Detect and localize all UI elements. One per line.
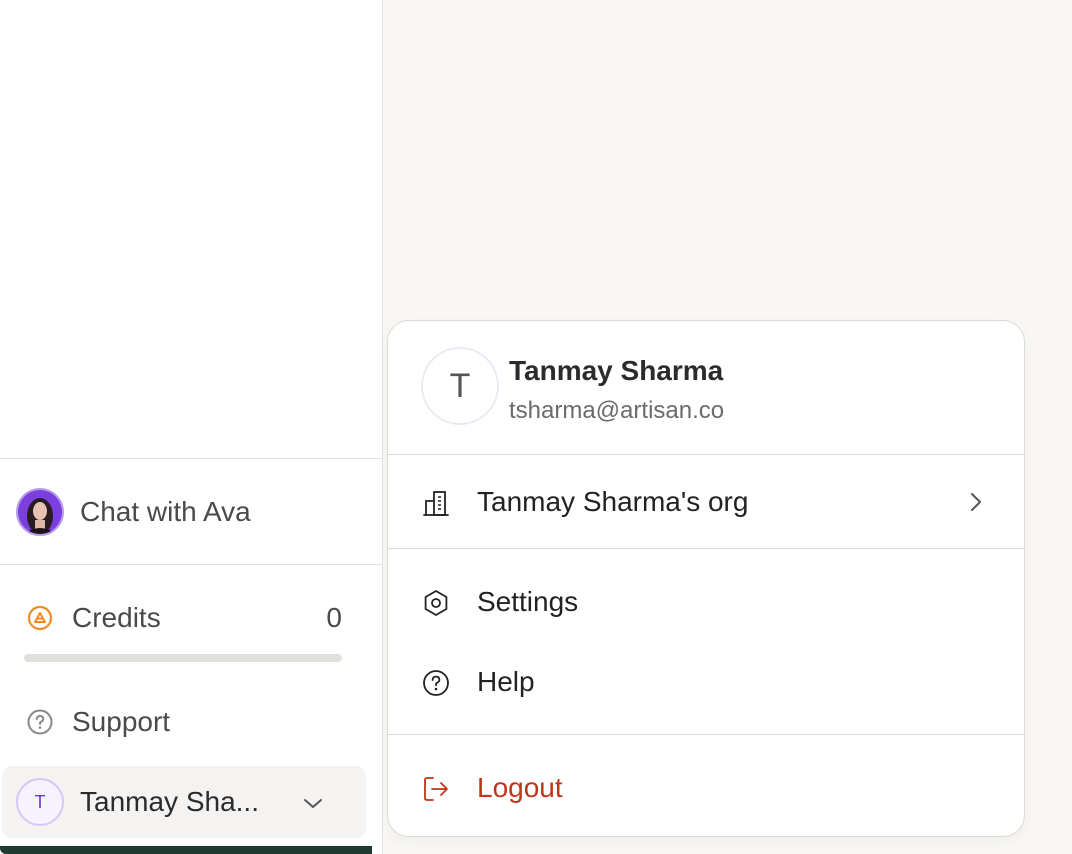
- ava-avatar: [16, 488, 64, 536]
- menu-avatar: T: [421, 347, 499, 425]
- menu-item-logout[interactable]: Logout: [388, 760, 1024, 816]
- menu-item-org-label: Tanmay Sharma's org: [477, 486, 749, 517]
- building-icon: [423, 491, 449, 516]
- menu-item-logout-label: Logout: [477, 772, 563, 803]
- help-circle-icon: [423, 670, 449, 696]
- credits-value: 0: [326, 602, 342, 633]
- menu-user-name: Tanmay Sharma: [509, 355, 724, 386]
- sidebar: Chat with Ava Credits 0 Support T Tanmay…: [0, 0, 383, 854]
- chevron-right-icon: [971, 493, 981, 511]
- menu-divider: [388, 548, 1024, 549]
- chat-with-ava-button[interactable]: Chat with Ava: [0, 488, 382, 536]
- credits-row[interactable]: Credits 0: [0, 598, 382, 638]
- menu-divider: [388, 734, 1024, 735]
- support-label: Support: [72, 706, 171, 737]
- menu-item-org[interactable]: Tanmay Sharma's org: [388, 474, 1024, 530]
- user-name: Tanmay Sha...: [80, 786, 259, 817]
- user-dropdown-menu: T Tanmay Sharma tsharma@artisan.co Tanma…: [387, 320, 1025, 837]
- chat-with-ava-label: Chat with Ava: [80, 496, 251, 527]
- menu-divider: [388, 454, 1024, 455]
- user-menu-button[interactable]: T Tanmay Sha...: [2, 766, 366, 838]
- logout-icon: [424, 777, 448, 801]
- credits-label: Credits: [72, 602, 161, 633]
- menu-item-help-label: Help: [477, 666, 535, 697]
- support-button[interactable]: Support: [0, 702, 382, 742]
- sidebar-divider: [0, 458, 382, 459]
- help-circle-icon: [27, 709, 53, 735]
- menu-item-settings-label: Settings: [477, 586, 579, 617]
- user-avatar: T: [16, 778, 64, 826]
- footer-strip: [0, 846, 372, 854]
- gear-hex-icon: [424, 590, 448, 616]
- menu-item-settings[interactable]: Settings: [388, 574, 1024, 630]
- menu-user-email: tsharma@artisan.co: [509, 397, 725, 424]
- credits-icon: [27, 605, 53, 631]
- sidebar-divider: [0, 564, 382, 565]
- credits-progress-bar: [24, 654, 342, 662]
- menu-item-help[interactable]: Help: [388, 654, 1024, 710]
- chevron-down-icon: [304, 799, 322, 808]
